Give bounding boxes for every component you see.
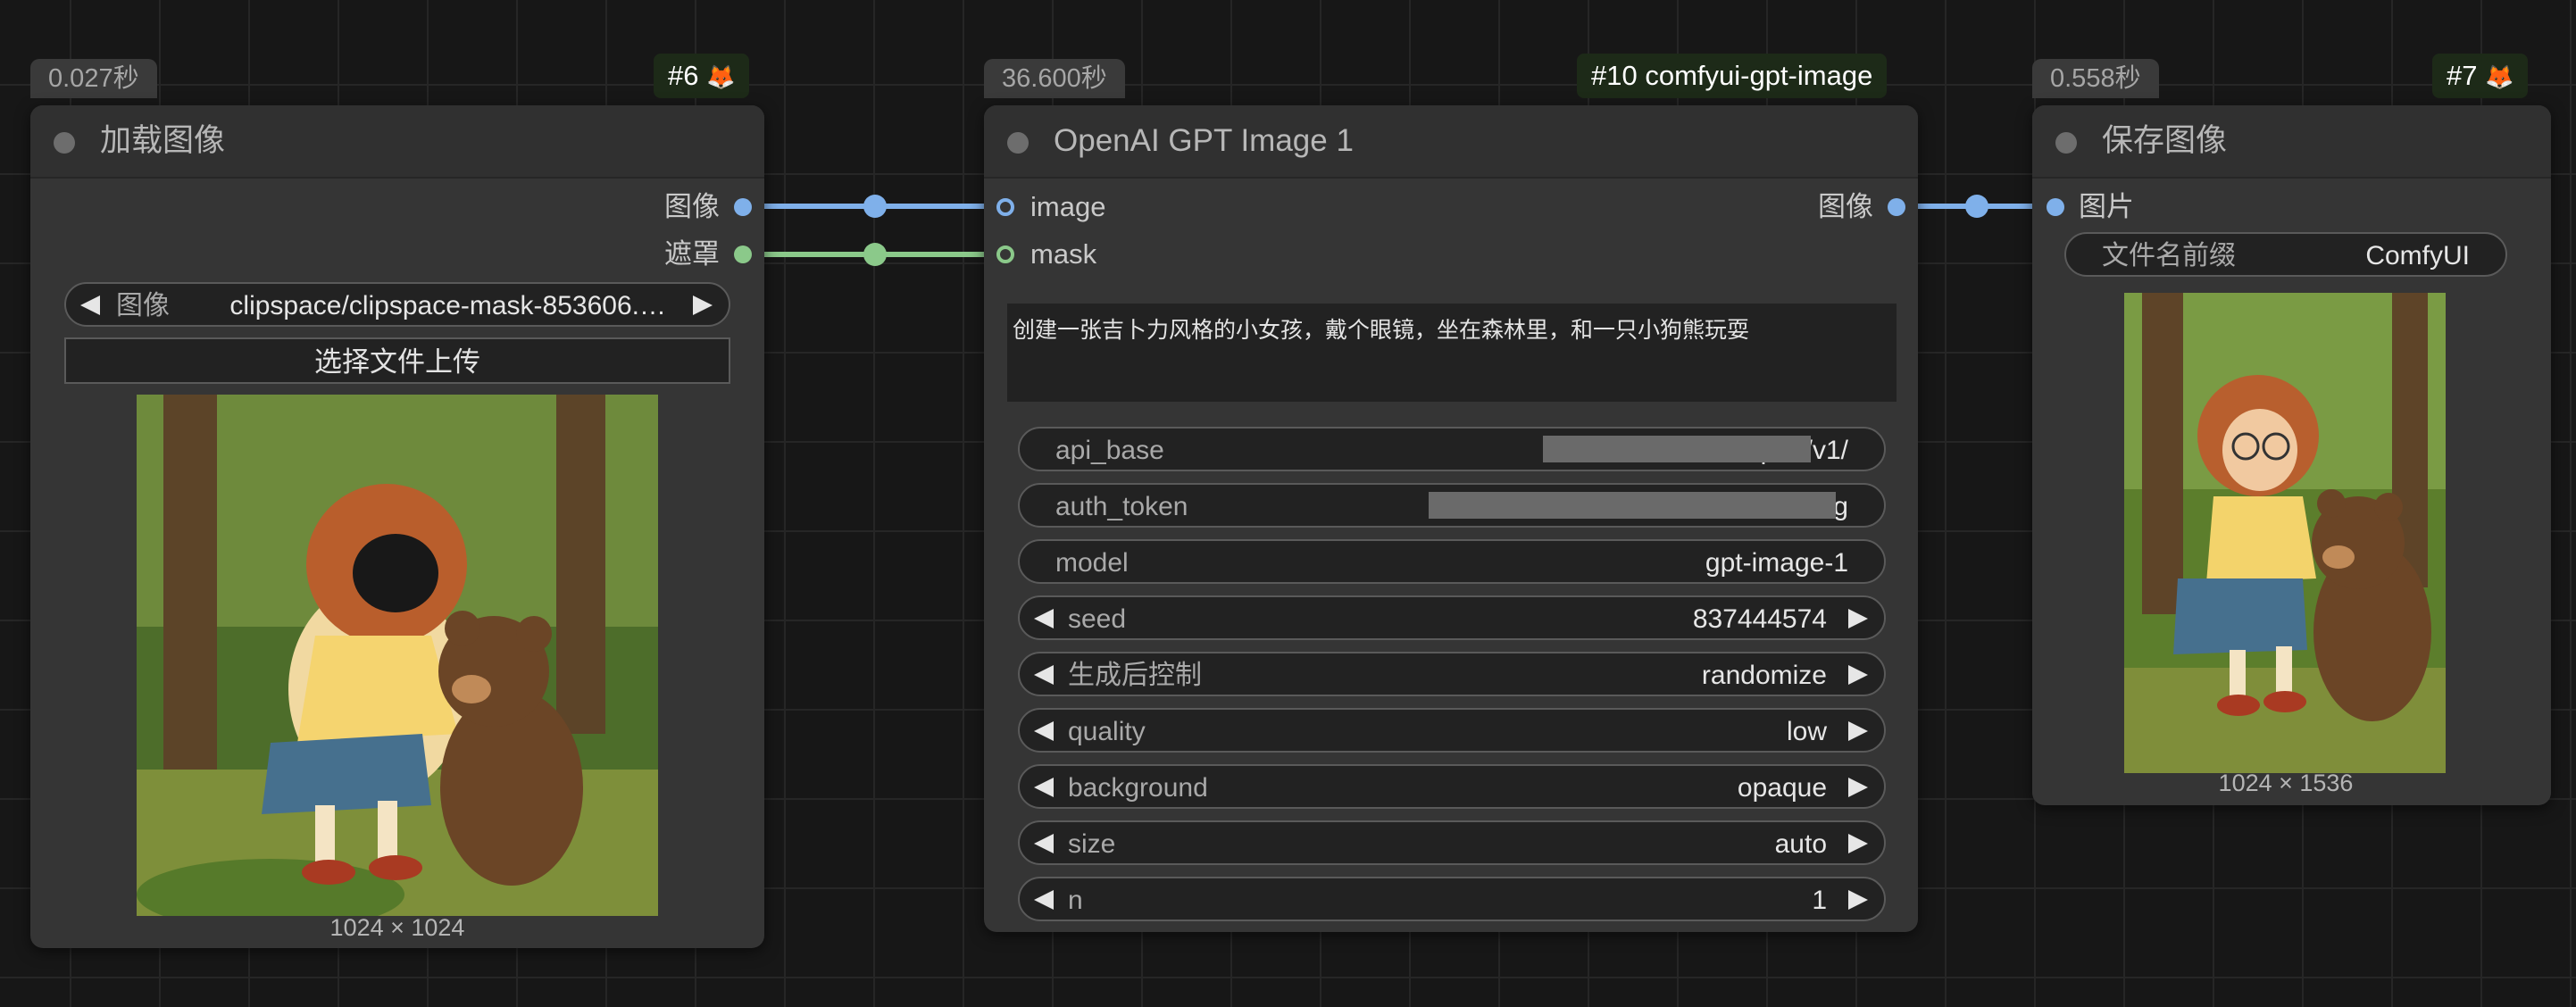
widget-seed[interactable]: seed 837444574 [1018,595,1886,640]
status-dot-icon[interactable] [1007,132,1029,154]
node-title: 保存图像 [2102,123,2228,158]
widget-quality[interactable]: quality low [1018,708,1886,753]
loaded-image-preview[interactable] [137,395,658,916]
node-id: #6 [668,60,699,91]
widget-control-after-generate[interactable]: 生成后控制 randomize [1018,652,1886,696]
widget-name: 文件名前缀 [2102,241,2236,270]
output-label-image: 图像 [664,191,720,222]
widget-name: 生成后控制 [1068,661,1202,690]
arrow-left-icon[interactable] [1034,665,1054,685]
combo-value: clipspace/clipspace-mask-853606.… [229,291,666,320]
mask-link-midpoint[interactable] [863,243,887,266]
arrow-right-icon[interactable] [1848,665,1868,685]
widget-value: 1 [1812,886,1827,915]
widget-name: size [1068,829,1116,859]
saved-image-preview[interactable] [2124,293,2446,773]
execution-time-badge: 0.027秒 [30,59,157,98]
widget-name: api_base [1055,436,1164,465]
node-title-bar[interactable]: OpenAI GPT Image 1 [984,105,1918,179]
arrow-left-icon[interactable] [80,295,100,315]
gpt-image-node[interactable]: OpenAI GPT Image 1 image mask 图像 创建一张吉卜力… [984,105,1918,932]
widget-background[interactable]: background opaque [1018,764,1886,809]
arrow-left-icon[interactable] [1034,721,1054,741]
input-label-mask: mask [1030,238,1097,270]
node-id-badge: #6 🦊 [654,54,750,98]
input-slot-image[interactable] [996,198,1014,216]
widget-value: ComfyUI [2365,241,2470,270]
widget-n[interactable]: n 1 [1018,877,1886,921]
widget-auth-token[interactable]: auth_token sk-B g [1018,483,1886,528]
load-image-node[interactable]: 加载图像 图像 遮罩 图像 clipspace/clipspace-mask-8… [30,105,764,948]
image-size-caption: 1024 × 1536 [2218,770,2354,796]
node-title-bar[interactable]: 保存图像 [2032,105,2551,179]
execution-time-badge: 36.600秒 [984,59,1125,98]
widget-filename-prefix[interactable]: 文件名前缀 ComfyUI [2064,232,2507,277]
widget-name: model [1055,548,1129,578]
widget-value: randomize [1701,661,1827,690]
node-title-bar[interactable]: 加载图像 [30,105,764,179]
widget-value: opaque [1737,773,1827,803]
output-slot-mask[interactable] [734,246,752,263]
input-slot-mask[interactable] [996,246,1014,263]
arrow-right-icon[interactable] [1848,721,1868,741]
upload-button[interactable]: 选择文件上传 [64,337,730,384]
widget-name: background [1068,773,1208,803]
node-title: 加载图像 [100,123,226,158]
widget-value: gpt-image-1 [1705,548,1848,578]
widget-api-base[interactable]: api_base http:// /v1/ [1018,427,1886,471]
widget-model[interactable]: model gpt-image-1 [1018,539,1886,584]
arrow-right-icon[interactable] [693,295,713,315]
output-image-link-midpoint[interactable] [1965,195,1988,218]
output-slot-image[interactable] [734,198,752,216]
widget-value: low [1786,717,1827,746]
widget-name: n [1068,886,1083,915]
arrow-right-icon[interactable] [1848,609,1868,628]
node-id: #7 [2447,60,2478,91]
image-size-caption: 1024 × 1024 [329,914,465,941]
arrow-left-icon[interactable] [1034,778,1054,797]
input-slot-image[interactable] [2047,198,2064,216]
node-id-badge: #7 🦊 [2432,54,2529,98]
arrow-right-icon[interactable] [1848,778,1868,797]
output-label-mask: 遮罩 [664,238,720,270]
image-link-midpoint[interactable] [863,195,887,218]
prompt-textarea[interactable]: 创建一张吉卜力风格的小女孩，戴个眼镜，坐在森林里，和一只小狗熊玩耍 [1007,304,1897,402]
input-label-image: 图片 [2079,191,2134,222]
widget-name: quality [1068,717,1146,746]
status-dot-icon[interactable] [2055,132,2077,154]
widget-value: auto [1774,829,1827,859]
save-image-node[interactable]: 保存图像 图片 文件名前缀 ComfyUI 1024 × 1536 [2032,105,2551,805]
output-slot-image[interactable] [1888,198,1905,216]
fox-icon: 🦊 [706,63,736,90]
arrow-right-icon[interactable] [1848,890,1868,910]
node-title: OpenAI GPT Image 1 [1054,123,1354,158]
input-label-image: image [1030,191,1106,222]
arrow-left-icon[interactable] [1034,609,1054,628]
widget-name: seed [1068,604,1127,634]
image-combo[interactable]: 图像 clipspace/clipspace-mask-853606.… [64,282,730,327]
widget-size[interactable]: size auto [1018,820,1886,865]
widget-name: auth_token [1055,492,1188,521]
fox-icon: 🦊 [2485,63,2514,90]
node-id-badge: #10 comfyui-gpt-image [1577,54,1888,98]
redaction-mask [1543,436,1811,462]
execution-time-badge: 0.558秒 [2032,59,2159,98]
redaction-mask [1429,492,1836,519]
arrow-right-icon[interactable] [1848,834,1868,853]
combo-label: 图像 [116,291,170,320]
status-dot-icon[interactable] [54,132,75,154]
widget-value: 837444574 [1692,604,1827,634]
arrow-left-icon[interactable] [1034,834,1054,853]
output-label-image: 图像 [1818,191,1873,222]
arrow-left-icon[interactable] [1034,890,1054,910]
